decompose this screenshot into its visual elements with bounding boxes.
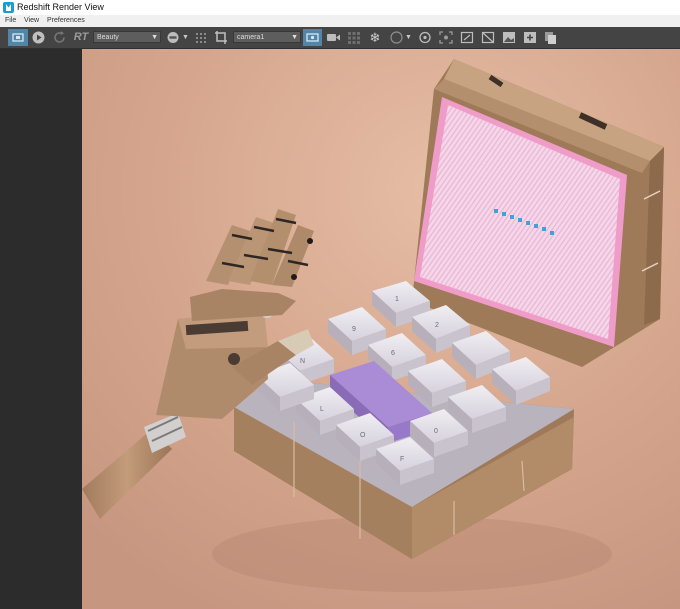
chevron-down-icon: ▼ <box>291 34 298 41</box>
window-title: Redshift Render View <box>17 2 104 12</box>
refresh-icon[interactable] <box>52 29 68 46</box>
render-toolbar: RT Beauty ▼ ▼ camera1 ▼ ❄ ▼ <box>0 27 680 49</box>
no-region-icon[interactable] <box>480 29 496 46</box>
key-1-label: 1 <box>395 296 399 303</box>
key-6-label: 6 <box>391 350 395 357</box>
frame-button[interactable] <box>303 29 322 46</box>
play-icon[interactable] <box>30 29 47 46</box>
region-icon[interactable] <box>459 29 475 46</box>
target-icon[interactable] <box>417 29 433 46</box>
camera-select-value: camera1 <box>237 34 265 41</box>
key-o-label: O <box>360 432 366 439</box>
snowflake-icon[interactable]: ❄ <box>367 29 383 46</box>
image-icon[interactable] <box>501 29 517 46</box>
circle-icon[interactable] <box>389 29 404 46</box>
menu-view[interactable]: View <box>24 16 39 26</box>
menu-file[interactable]: File <box>5 16 16 26</box>
side-panel <box>0 49 82 609</box>
camera-select[interactable]: camera1 ▼ <box>233 31 301 43</box>
maya-logo-icon <box>3 2 14 13</box>
buckets-icon[interactable] <box>346 29 362 46</box>
key-l-label: L <box>320 406 324 413</box>
chevron-down-icon: ▼ <box>151 34 158 41</box>
add-snapshot-icon[interactable] <box>522 29 538 46</box>
render-image: 1 2 9 6 N 0 L O F <box>82 49 680 609</box>
aov-select[interactable]: Beauty ▼ <box>93 31 161 43</box>
render-button[interactable] <box>8 29 28 46</box>
key-f-label: F <box>400 456 404 463</box>
aov-select-value: Beauty <box>97 34 119 41</box>
crop-icon[interactable] <box>213 29 229 46</box>
snapshot-icon[interactable] <box>166 29 180 46</box>
key-0-label: 0 <box>434 428 438 435</box>
key-n-label: N <box>300 358 305 365</box>
key-2-label: 2 <box>435 322 439 329</box>
menu-preferences[interactable]: Preferences <box>47 16 85 26</box>
render-viewport[interactable]: 1 2 9 6 N 0 L O F <box>82 49 680 609</box>
key-9-label: 9 <box>352 326 356 333</box>
grid-icon[interactable] <box>194 29 208 46</box>
video-camera-icon[interactable] <box>325 29 342 46</box>
chevron-down-icon[interactable]: ▼ <box>404 29 413 46</box>
rt-toggle[interactable]: RT <box>72 29 90 46</box>
focus-icon[interactable] <box>438 29 454 46</box>
chevron-down-icon[interactable]: ▼ <box>181 29 190 46</box>
title-bar: Redshift Render View <box>0 0 680 15</box>
copy-icon[interactable] <box>543 29 559 46</box>
